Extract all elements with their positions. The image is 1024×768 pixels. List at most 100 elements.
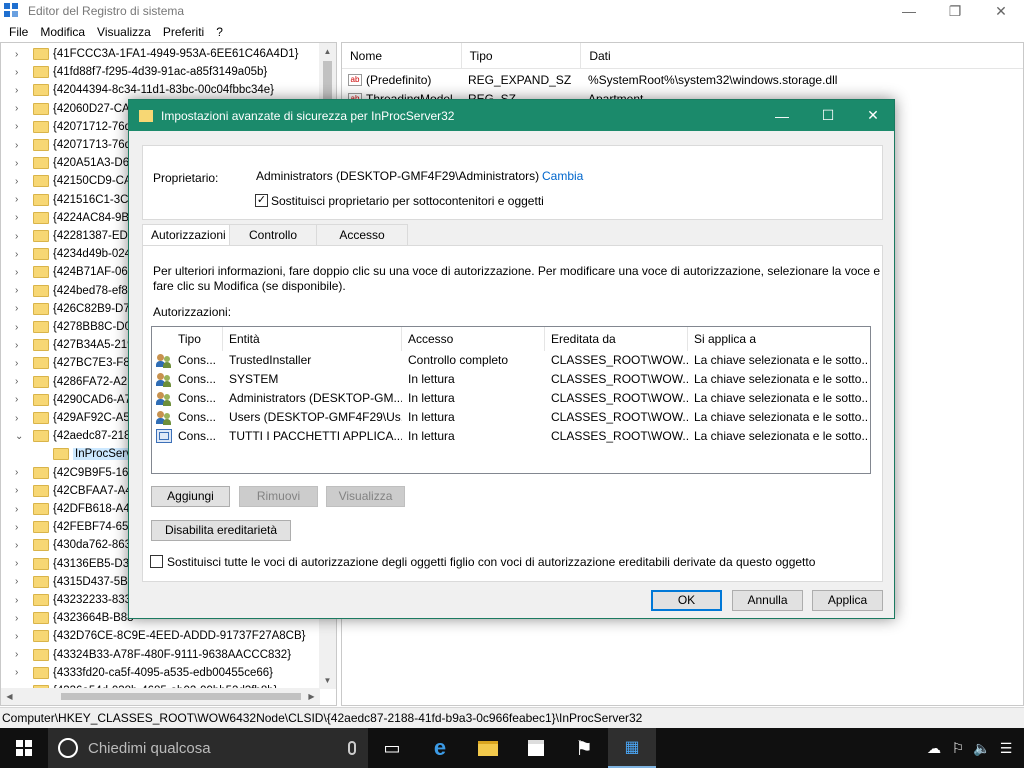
expand-icon[interactable]: › bbox=[15, 176, 25, 187]
expand-icon[interactable]: › bbox=[15, 595, 25, 606]
expand-icon[interactable]: › bbox=[15, 249, 25, 260]
expand-icon[interactable]: › bbox=[15, 140, 25, 151]
col-accesso-header[interactable]: Accesso bbox=[402, 327, 545, 351]
tree-item[interactable]: › {42044394-8c34-11d1-83bc-00c04fbbc34e} bbox=[1, 81, 321, 99]
expand-icon[interactable]: › bbox=[15, 194, 25, 205]
notifications-icon[interactable]: ☰ bbox=[994, 740, 1018, 757]
ok-button[interactable]: OK bbox=[651, 590, 722, 611]
edge-icon[interactable]: e bbox=[416, 728, 464, 768]
expand-icon[interactable]: › bbox=[15, 504, 25, 515]
tree-item[interactable]: › {4333fd20-ca5f-4095-a535-edb00455ce66} bbox=[1, 664, 321, 682]
restore-button[interactable]: ❐ bbox=[932, 0, 978, 22]
expand-icon[interactable]: › bbox=[15, 522, 25, 533]
scroll-right-icon[interactable]: ▶ bbox=[303, 688, 320, 705]
replace-children-checkbox[interactable] bbox=[150, 555, 163, 568]
permission-entry[interactable]: Cons... Users (DESKTOP-GMF4F29\Us... In le… bbox=[152, 408, 870, 427]
expand-icon[interactable]: › bbox=[15, 576, 25, 587]
expand-icon[interactable]: › bbox=[15, 649, 25, 660]
tree-item[interactable]: › {432D76CE-8C9E-4EED-ADDD-91737F27A8CB} bbox=[1, 627, 321, 645]
col-ereditata-header[interactable]: Ereditata da bbox=[545, 327, 688, 351]
expand-icon[interactable]: › bbox=[15, 394, 25, 405]
tree-item[interactable]: › {41fd88f7-f295-4d39-91ac-a85f3149a05b} bbox=[1, 63, 321, 81]
collapse-icon[interactable]: ⌄ bbox=[15, 431, 25, 442]
disable-inheritance-button[interactable]: Disabilita ereditarietà bbox=[151, 520, 291, 541]
expand-icon[interactable]: › bbox=[15, 231, 25, 242]
file-explorer-icon[interactable] bbox=[464, 728, 512, 768]
network-icon[interactable]: ⚐ bbox=[946, 740, 970, 757]
expand-icon[interactable]: › bbox=[15, 558, 25, 569]
tree-item[interactable]: › {41FCCC3A-1FA1-4949-953A-6EE61C46A4D1} bbox=[1, 45, 321, 63]
minimize-button[interactable]: — bbox=[886, 0, 932, 22]
col-tipo-header[interactable]: Tipo bbox=[172, 327, 223, 351]
scroll-left-icon[interactable]: ◀ bbox=[1, 688, 18, 705]
expand-icon[interactable]: › bbox=[15, 376, 25, 387]
expand-icon[interactable]: › bbox=[15, 358, 25, 369]
onedrive-icon[interactable]: ☁ bbox=[922, 740, 946, 757]
tree-item[interactable]: › {43324B33-A78F-480F-9111-9638AACCC832} bbox=[1, 646, 321, 664]
hscroll-thumb[interactable] bbox=[61, 693, 301, 700]
tab-accesso-valido[interactable]: Accesso valido bbox=[316, 224, 408, 263]
replace-owner-checkbox[interactable]: ✓ bbox=[255, 194, 268, 207]
regedit-taskbar-icon[interactable]: ▦ bbox=[608, 728, 656, 768]
change-owner-link[interactable]: Cambia bbox=[542, 169, 583, 183]
col-dati[interactable]: Dati bbox=[581, 43, 1023, 68]
scroll-up-icon[interactable]: ▲ bbox=[319, 43, 336, 60]
tree-item-label: {43232233-833 bbox=[53, 594, 132, 606]
menu-preferiti[interactable]: Preferiti bbox=[157, 25, 210, 39]
microphone-icon[interactable] bbox=[348, 741, 356, 755]
volume-muted-icon[interactable]: 🔈 bbox=[970, 740, 994, 757]
tree-horizontal-scrollbar[interactable]: ◀ ▶ bbox=[1, 688, 320, 705]
task-view-icon[interactable]: ▭ bbox=[368, 728, 416, 768]
tab-autorizzazioni[interactable]: Autorizzazioni bbox=[142, 224, 230, 247]
store-icon[interactable] bbox=[512, 728, 560, 768]
expand-icon[interactable]: › bbox=[15, 267, 25, 278]
expand-icon[interactable]: › bbox=[15, 413, 25, 424]
expand-icon[interactable]: › bbox=[15, 212, 25, 223]
windows-store-flag-icon[interactable]: ⚑ bbox=[560, 728, 608, 768]
scroll-down-icon[interactable]: ▼ bbox=[319, 672, 336, 689]
apply-button[interactable]: Applica bbox=[812, 590, 883, 611]
cortana-search-box[interactable]: Chiedimi qualcosa bbox=[48, 728, 368, 768]
col-nome[interactable]: Nome bbox=[342, 43, 462, 68]
expand-icon[interactable]: › bbox=[15, 121, 25, 132]
expand-icon[interactable]: › bbox=[15, 322, 25, 333]
expand-icon[interactable]: › bbox=[15, 285, 25, 296]
remove-button[interactable]: Rimuovi bbox=[239, 486, 318, 507]
col-entita-header[interactable]: Entità bbox=[223, 327, 402, 351]
tab-controllo[interactable]: Controllo bbox=[229, 224, 317, 246]
permission-entry[interactable]: Cons... Administrators (DESKTOP-GM... In l… bbox=[152, 389, 870, 408]
menu-file[interactable]: File bbox=[3, 25, 34, 39]
expand-icon[interactable]: › bbox=[15, 158, 25, 169]
col-tipo[interactable]: Tipo bbox=[462, 43, 582, 68]
value-row[interactable]: ab (Predefinito) REG_EXPAND_SZ %SystemRoo… bbox=[342, 70, 837, 89]
dialog-close-button[interactable]: ✕ bbox=[850, 100, 896, 131]
col-applica-header[interactable]: Si applica a bbox=[688, 327, 871, 351]
add-button[interactable]: Aggiungi bbox=[151, 486, 230, 507]
permission-entry[interactable]: Cons... TrustedInstaller Controllo complet… bbox=[152, 351, 870, 370]
expand-icon[interactable]: › bbox=[15, 467, 25, 478]
expand-icon[interactable]: › bbox=[15, 613, 25, 624]
view-button[interactable]: Visualizza bbox=[326, 486, 405, 507]
expand-icon[interactable]: › bbox=[15, 340, 25, 351]
expand-icon[interactable]: › bbox=[15, 303, 25, 314]
close-button[interactable]: ✕ bbox=[978, 0, 1024, 22]
dialog-maximize-button[interactable]: ☐ bbox=[805, 100, 851, 131]
expand-icon[interactable]: › bbox=[15, 49, 25, 60]
menu-modifica[interactable]: Modifica bbox=[34, 25, 91, 39]
dialog-minimize-button[interactable]: — bbox=[759, 100, 805, 131]
start-button[interactable] bbox=[0, 728, 48, 768]
permission-entry[interactable]: Cons... TUTTI I PACCHETTI APPLICA... In le… bbox=[152, 427, 870, 446]
expand-icon[interactable]: › bbox=[15, 667, 25, 678]
menu-help[interactable]: ? bbox=[210, 25, 229, 39]
expand-icon[interactable]: › bbox=[15, 540, 25, 551]
cancel-button[interactable]: Annulla bbox=[732, 590, 803, 611]
menu-visualizza[interactable]: Visualizza bbox=[91, 25, 157, 39]
expand-icon[interactable]: › bbox=[15, 67, 25, 78]
expand-icon[interactable]: › bbox=[15, 85, 25, 96]
permission-entry[interactable]: Cons... SYSTEM In lettura CLASSES_ROOT\WOW.… bbox=[152, 370, 870, 389]
permissions-list[interactable]: Tipo Entità Accesso Ereditata da Si appl… bbox=[151, 326, 871, 474]
expand-icon[interactable]: › bbox=[15, 485, 25, 496]
folder-icon bbox=[33, 666, 49, 679]
expand-icon[interactable]: › bbox=[15, 631, 25, 642]
expand-icon[interactable]: › bbox=[15, 103, 25, 114]
